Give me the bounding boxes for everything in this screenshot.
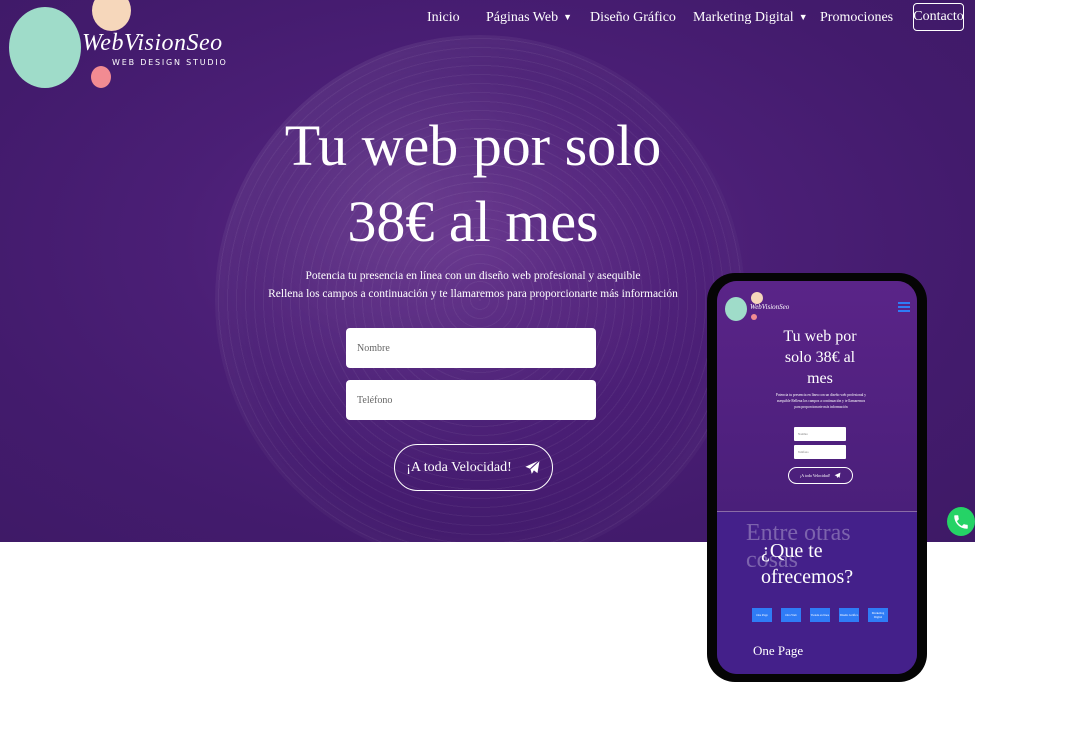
logo-tagline: WEB DESIGN STUDIO [112, 58, 228, 67]
phone-tab-one-page[interactable]: One Page [752, 608, 772, 622]
phone-logo-circle-pink [751, 314, 757, 320]
hero-title: Tu web por solo 38€ al mes [230, 108, 716, 260]
phone-first-item: One Page [753, 643, 804, 658]
phone-mockup: WebVisionSeo Tu web por solo 38€ al mes … [707, 273, 927, 682]
nav-inicio[interactable]: Inicio [427, 10, 460, 26]
nav-contacto-label: Contacto [913, 9, 964, 24]
hero-title-line1: Tu web por solo [284, 113, 662, 178]
nav-paginas-web-label: Páginas Web [486, 10, 559, 25]
nav-promociones-label: Promociones [820, 10, 894, 25]
nombre-input[interactable] [346, 328, 596, 368]
phone-section-title: ¿Que te ofrecemos? [761, 540, 854, 588]
phone-tab-marketing[interactable]: Marketing Digital [868, 608, 888, 622]
phone-submit-button[interactable]: ¡A toda Velocidad! [788, 467, 853, 484]
submit-button[interactable]: ¡A toda Velocidad! [394, 444, 553, 491]
whatsapp-button[interactable] [947, 507, 975, 536]
phone-logo-circle-green [725, 297, 747, 321]
chevron-down-icon: ▼ [798, 12, 808, 22]
nav-diseno-grafico[interactable]: Diseño Gráfico [590, 10, 676, 26]
phone-tab-tienda[interactable]: Tienda en línea [810, 608, 830, 622]
nav-marketing-digital-label: Marketing Digital [693, 10, 794, 25]
hamburger-icon[interactable] [898, 302, 910, 312]
phone-hero-subtitle: Potencia tu presencia en línea con un di… [775, 393, 867, 409]
paper-plane-icon [834, 472, 841, 479]
phone-telefono-field[interactable]: Teléfono [794, 445, 846, 459]
phone-service-tabs: One Page Otra Web Tienda en línea Diseño… [752, 608, 917, 622]
phone-nombre-field[interactable]: Nombre [794, 427, 846, 441]
phone-logo-wordmark: WebVisionSeo [750, 303, 790, 311]
submit-button-label: ¡A toda Velocidad! [406, 459, 512, 475]
nav-inicio-label: Inicio [427, 10, 460, 25]
hero-title-line2: 38€ al mes [347, 189, 599, 254]
nav-promociones[interactable]: Promociones [820, 10, 893, 26]
phone-tab-diseno[interactable]: Diseño Gráfico [839, 608, 859, 622]
nav-contacto-button[interactable]: Contacto [913, 3, 964, 31]
telefono-input[interactable] [346, 380, 596, 420]
phone-hero-title: Tu web por solo 38€ al mes [783, 328, 857, 387]
phone-screen: WebVisionSeo Tu web por solo 38€ al mes … [717, 281, 917, 674]
nav-diseno-grafico-label: Diseño Gráfico [590, 10, 676, 25]
phone-tab-otra-web[interactable]: Otra Web [781, 608, 801, 622]
chevron-down-icon: ▼ [563, 12, 573, 22]
nav-marketing-digital[interactable]: Marketing Digital ▼ [693, 10, 808, 26]
hero-subtitle-line1: Potencia tu presencia en línea con un di… [305, 270, 641, 282]
logo-circle-pink [91, 66, 111, 88]
hero-subtitle-line2: Rellena los campos a continuación y te l… [268, 288, 678, 300]
nav-paginas-web[interactable]: Páginas Web ▼ [486, 10, 572, 26]
whatsapp-icon [954, 514, 968, 529]
paper-plane-icon [525, 460, 540, 474]
phone-submit-label: ¡A toda Velocidad! [799, 473, 831, 478]
main-nav: Inicio Páginas Web ▼ Diseño Gráfico Marke… [0, 0, 975, 36]
